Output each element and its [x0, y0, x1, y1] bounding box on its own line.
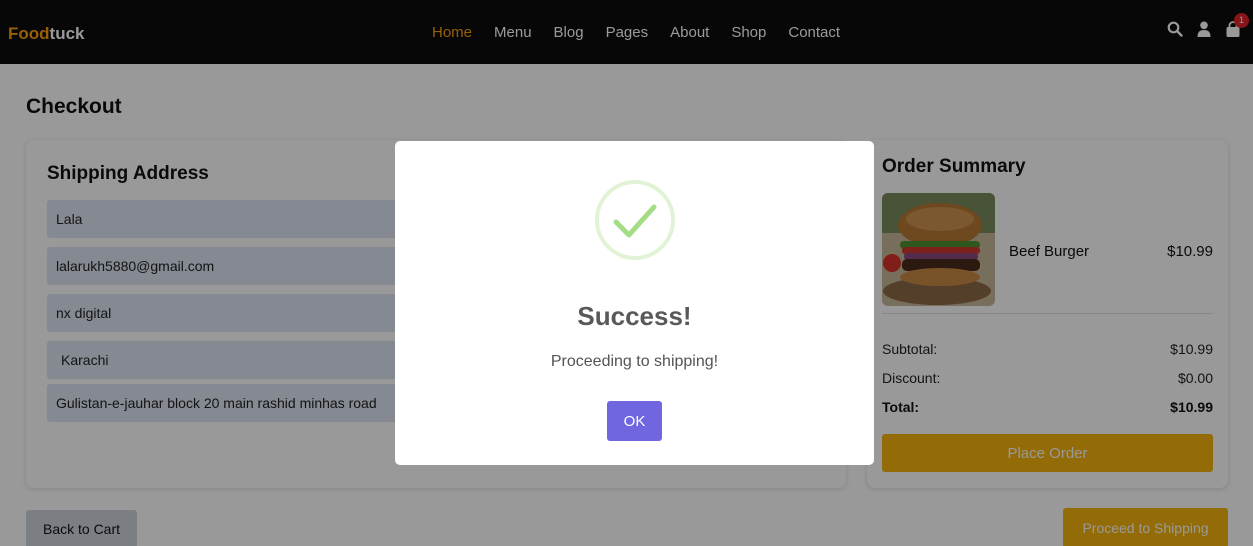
ok-button[interactable]: OK	[607, 401, 662, 441]
check-icon	[594, 179, 676, 261]
modal-title: Success!	[577, 301, 692, 331]
success-modal: Success! Proceeding to shipping! OK	[395, 141, 874, 465]
modal-message: Proceeding to shipping!	[550, 353, 719, 370]
